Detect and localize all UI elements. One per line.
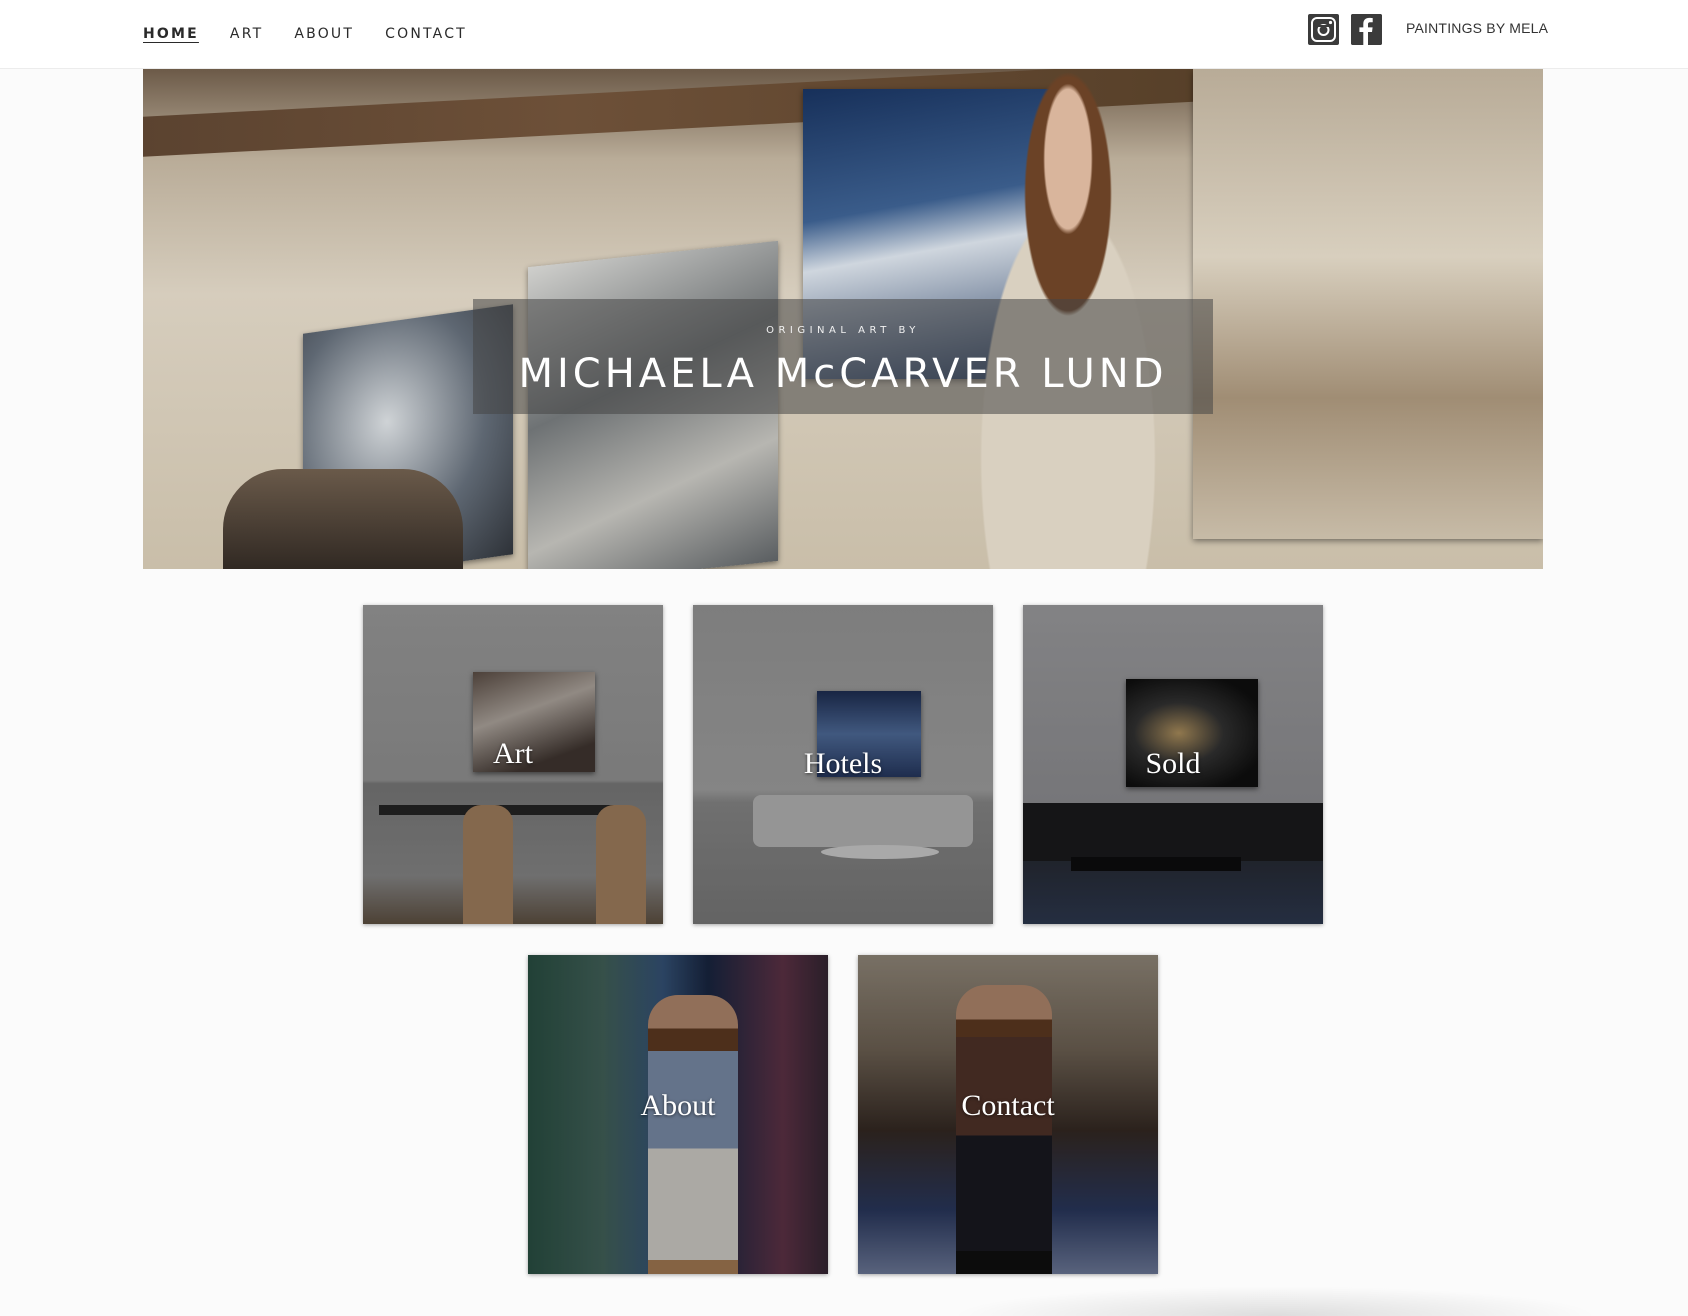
tile-contact[interactable]: Contact [858,955,1158,1274]
main-nav: HOME ART ABOUT CONTACT [143,24,498,44]
tile-art[interactable]: Art [363,605,663,924]
tile-hotels[interactable]: Hotels [693,605,993,924]
facebook-icon[interactable] [1351,14,1382,45]
tile-hotels-label: Hotels [803,747,883,780]
tile-contact-label: Contact [961,1089,1055,1122]
tile-sold[interactable]: Sold [1023,605,1323,924]
tile-sold-label: Sold [1145,747,1201,780]
tile-art-label: Art [493,737,533,770]
floating-widget-shadow [950,1286,1600,1316]
hero-title: MICHAELA McCARVER LUND [518,351,1168,397]
social-links [1308,14,1382,45]
nav-about-link[interactable]: ABOUT [294,24,354,44]
top-navigation-bar: HOME ART ABOUT CONTACT PAINTINGS BY MELA [0,0,1688,69]
brand-link[interactable]: PAINTINGS BY MELA [1406,20,1548,36]
tile-about[interactable]: About [528,955,828,1274]
hero-sofa [223,469,463,569]
hero-banner: ORIGINAL ART BY MICHAELA McCARVER LUND [143,69,1543,569]
hero-painting [1193,69,1543,539]
hero-kicker: ORIGINAL ART BY [766,325,920,336]
nav-contact-link[interactable]: CONTACT [385,24,467,44]
instagram-icon[interactable] [1308,14,1339,45]
tile-about-label: About [640,1089,716,1122]
nav-art-link[interactable]: ART [230,24,263,44]
hero-title-band: ORIGINAL ART BY MICHAELA McCARVER LUND [473,299,1213,414]
nav-home-link[interactable]: HOME [143,24,199,44]
